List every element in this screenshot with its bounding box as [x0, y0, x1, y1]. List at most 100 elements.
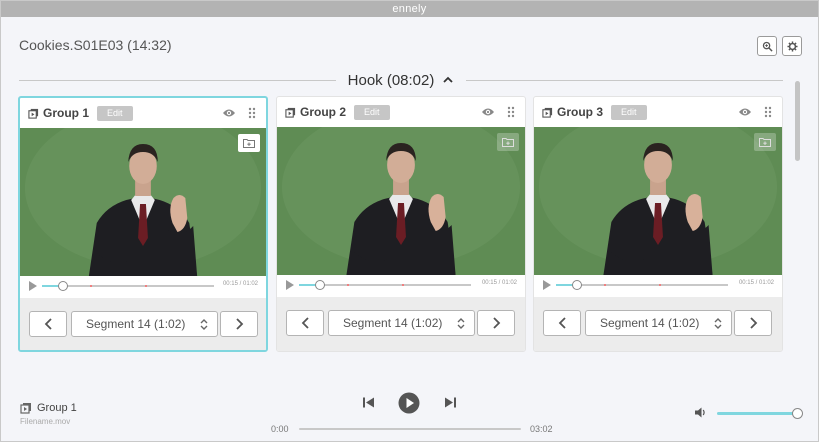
chevron-up-icon	[443, 76, 453, 83]
current-group: Group 1	[37, 402, 77, 414]
group-card-header: Group 1 Edit	[20, 98, 266, 128]
edit-button[interactable]: Edit	[354, 104, 390, 120]
chevron-right-icon	[749, 317, 757, 329]
play-icon[interactable]	[543, 280, 551, 290]
mini-player: 00:15 / 01:02	[534, 275, 782, 295]
skip-next-icon[interactable]	[444, 396, 457, 409]
section-title: Hook (08:02)	[347, 71, 435, 89]
divider	[19, 79, 336, 81]
play-icon[interactable]	[398, 392, 420, 414]
segment-select-value: Segment 14 (1:02)	[600, 316, 700, 330]
group-label: Group 2	[300, 105, 347, 119]
segment-marker	[347, 284, 350, 286]
next-segment-button[interactable]	[220, 311, 258, 337]
mini-scrubber-knob[interactable]	[571, 280, 582, 290]
section-toggle[interactable]: Hook (08:02)	[336, 72, 467, 89]
chevron-up-down-icon	[200, 319, 208, 330]
segment-controls: Segment 14 (1:02)	[277, 297, 525, 351]
mini-time: 00:15 / 01:02	[738, 280, 774, 286]
section-header: Hook (08:02)	[19, 69, 783, 91]
mini-player: 00:15 / 01:02	[20, 276, 266, 296]
folder-add-icon	[502, 138, 514, 147]
mini-scrubber[interactable]	[42, 281, 214, 291]
group-label: Group 3	[557, 105, 604, 119]
drag-handle-icon[interactable]	[764, 106, 772, 118]
playback-bar: Group 1 Filename.mov 0:00 03:02	[1, 384, 818, 441]
mini-player: 00:15 / 01:02	[277, 275, 525, 295]
folder-add-icon	[759, 138, 771, 147]
group-icon	[285, 107, 296, 118]
timeline-end-time: 03:02	[530, 424, 553, 434]
timeline-start-time: 0:00	[271, 424, 289, 434]
add-to-folder-button[interactable]	[238, 134, 260, 152]
segment-select[interactable]: Segment 14 (1:02)	[585, 310, 732, 336]
group-card[interactable]: Group 1 Edit 00:15 / 01:02 Segment 14 (1…	[18, 96, 268, 352]
segment-marker	[145, 285, 148, 287]
previous-segment-button[interactable]	[543, 310, 581, 336]
drag-handle-icon[interactable]	[507, 106, 515, 118]
volume-knob[interactable]	[792, 408, 803, 419]
add-to-folder-button[interactable]	[754, 133, 776, 151]
chevron-left-icon	[558, 317, 566, 329]
video-preview[interactable]	[277, 127, 525, 275]
chevron-left-icon	[301, 317, 309, 329]
group-card-header: Group 2 Edit	[277, 97, 525, 127]
mini-scrubber[interactable]	[556, 280, 728, 290]
chevron-right-icon	[235, 318, 243, 330]
settings-button[interactable]	[782, 36, 802, 56]
segment-marker	[659, 284, 662, 286]
group-icon	[20, 403, 31, 414]
chevron-up-down-icon	[457, 318, 465, 329]
add-to-folder-button[interactable]	[497, 133, 519, 151]
previous-segment-button[interactable]	[286, 310, 324, 336]
app-title: ennely	[1, 1, 818, 17]
page-title: Cookies.S01E03 (14:32)	[19, 37, 172, 53]
zoom-button[interactable]	[757, 36, 777, 56]
group-card-header: Group 3 Edit	[534, 97, 782, 127]
next-segment-button[interactable]	[477, 310, 515, 336]
volume-icon[interactable]	[695, 407, 707, 418]
eye-icon[interactable]	[222, 107, 236, 119]
drag-handle-icon[interactable]	[248, 107, 256, 119]
app-window: ennely Cookies.S01E03 (14:32) Hook (08:0…	[0, 0, 819, 442]
folder-add-icon	[243, 139, 255, 148]
edit-button[interactable]: Edit	[611, 104, 647, 120]
segment-select-value: Segment 14 (1:02)	[343, 316, 443, 330]
segment-controls: Segment 14 (1:02)	[534, 297, 782, 351]
next-segment-button[interactable]	[734, 310, 772, 336]
divider	[466, 79, 783, 81]
video-frame	[534, 127, 782, 275]
mini-scrubber-knob[interactable]	[57, 281, 68, 291]
segment-select[interactable]: Segment 14 (1:02)	[328, 310, 475, 336]
group-label: Group 1	[43, 106, 90, 120]
skip-previous-icon[interactable]	[362, 396, 375, 409]
video-preview[interactable]	[534, 127, 782, 275]
group-card[interactable]: Group 3 Edit 00:15 / 01:02 Segment 14 (1…	[533, 96, 783, 352]
mini-scrubber[interactable]	[299, 280, 471, 290]
play-icon[interactable]	[29, 281, 37, 291]
segment-select-value: Segment 14 (1:02)	[86, 317, 186, 331]
scrollbar[interactable]	[795, 81, 800, 351]
zoom-icon	[762, 41, 773, 52]
segment-marker	[402, 284, 405, 286]
mini-time: 00:15 / 01:02	[222, 281, 258, 287]
video-preview[interactable]	[20, 128, 266, 276]
group-card[interactable]: Group 2 Edit 00:15 / 01:02 Segment 14 (1…	[276, 96, 526, 352]
play-icon[interactable]	[286, 280, 294, 290]
scrollbar-thumb[interactable]	[795, 81, 800, 161]
eye-icon[interactable]	[738, 106, 752, 118]
volume-slider[interactable]	[717, 412, 797, 415]
segment-select[interactable]: Segment 14 (1:02)	[71, 311, 218, 337]
eye-icon[interactable]	[481, 106, 495, 118]
video-frame	[20, 128, 266, 276]
mini-scrubber-knob[interactable]	[314, 280, 325, 290]
edit-button[interactable]: Edit	[97, 105, 133, 121]
video-frame	[277, 127, 525, 275]
segment-marker	[604, 284, 607, 286]
group-icon	[542, 107, 553, 118]
chevron-up-down-icon	[714, 318, 722, 329]
timeline-scrubber[interactable]	[299, 428, 521, 430]
previous-segment-button[interactable]	[29, 311, 67, 337]
segment-controls: Segment 14 (1:02)	[20, 298, 266, 350]
chevron-left-icon	[44, 318, 52, 330]
